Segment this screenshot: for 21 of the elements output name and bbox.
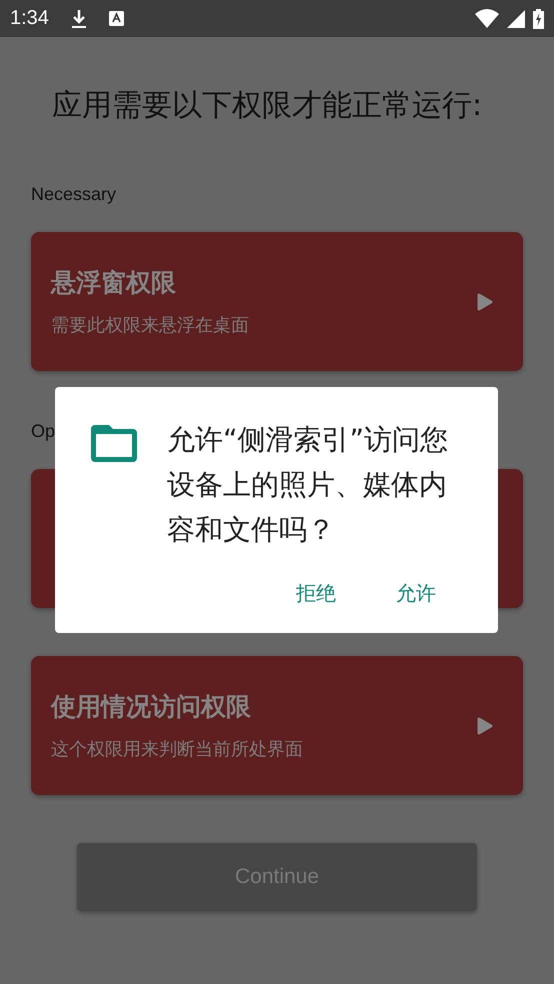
section-label: Necessary (31, 184, 116, 204)
permission-title: 使用情况访问权限 (51, 691, 252, 723)
download-icon (70, 8, 87, 28)
signal-icon (507, 10, 525, 28)
battery-icon (533, 8, 544, 28)
play-icon (477, 716, 493, 734)
status-time: 1:34 (10, 7, 49, 30)
permission-card[interactable]: 悬浮窗权限 需要此权限来悬浮在桌面 (31, 232, 523, 371)
page-heading: 应用需要以下权限才能正常运行: (52, 87, 484, 125)
permission-description: 这个权限用来判断当前所处界面 (51, 738, 304, 761)
section-label: Op (31, 421, 56, 441)
folder-icon (91, 425, 137, 462)
dialog-button[interactable]: 允许 (386, 572, 446, 615)
keyboard-icon (108, 11, 124, 26)
wifi-icon (475, 9, 499, 28)
permission-card[interactable]: 使用情况访问权限 这个权限用来判断当前所处界面 (31, 656, 523, 795)
permission-title: 悬浮窗权限 (51, 267, 177, 299)
permission-description: 需要此权限来悬浮在桌面 (51, 314, 250, 337)
play-icon (477, 292, 493, 310)
dialog-message: 允许“侧滑索引”访问您设备上的照片、媒体内容和文件吗？ (167, 422, 450, 548)
dialog-button[interactable]: 拒绝 (286, 572, 346, 615)
